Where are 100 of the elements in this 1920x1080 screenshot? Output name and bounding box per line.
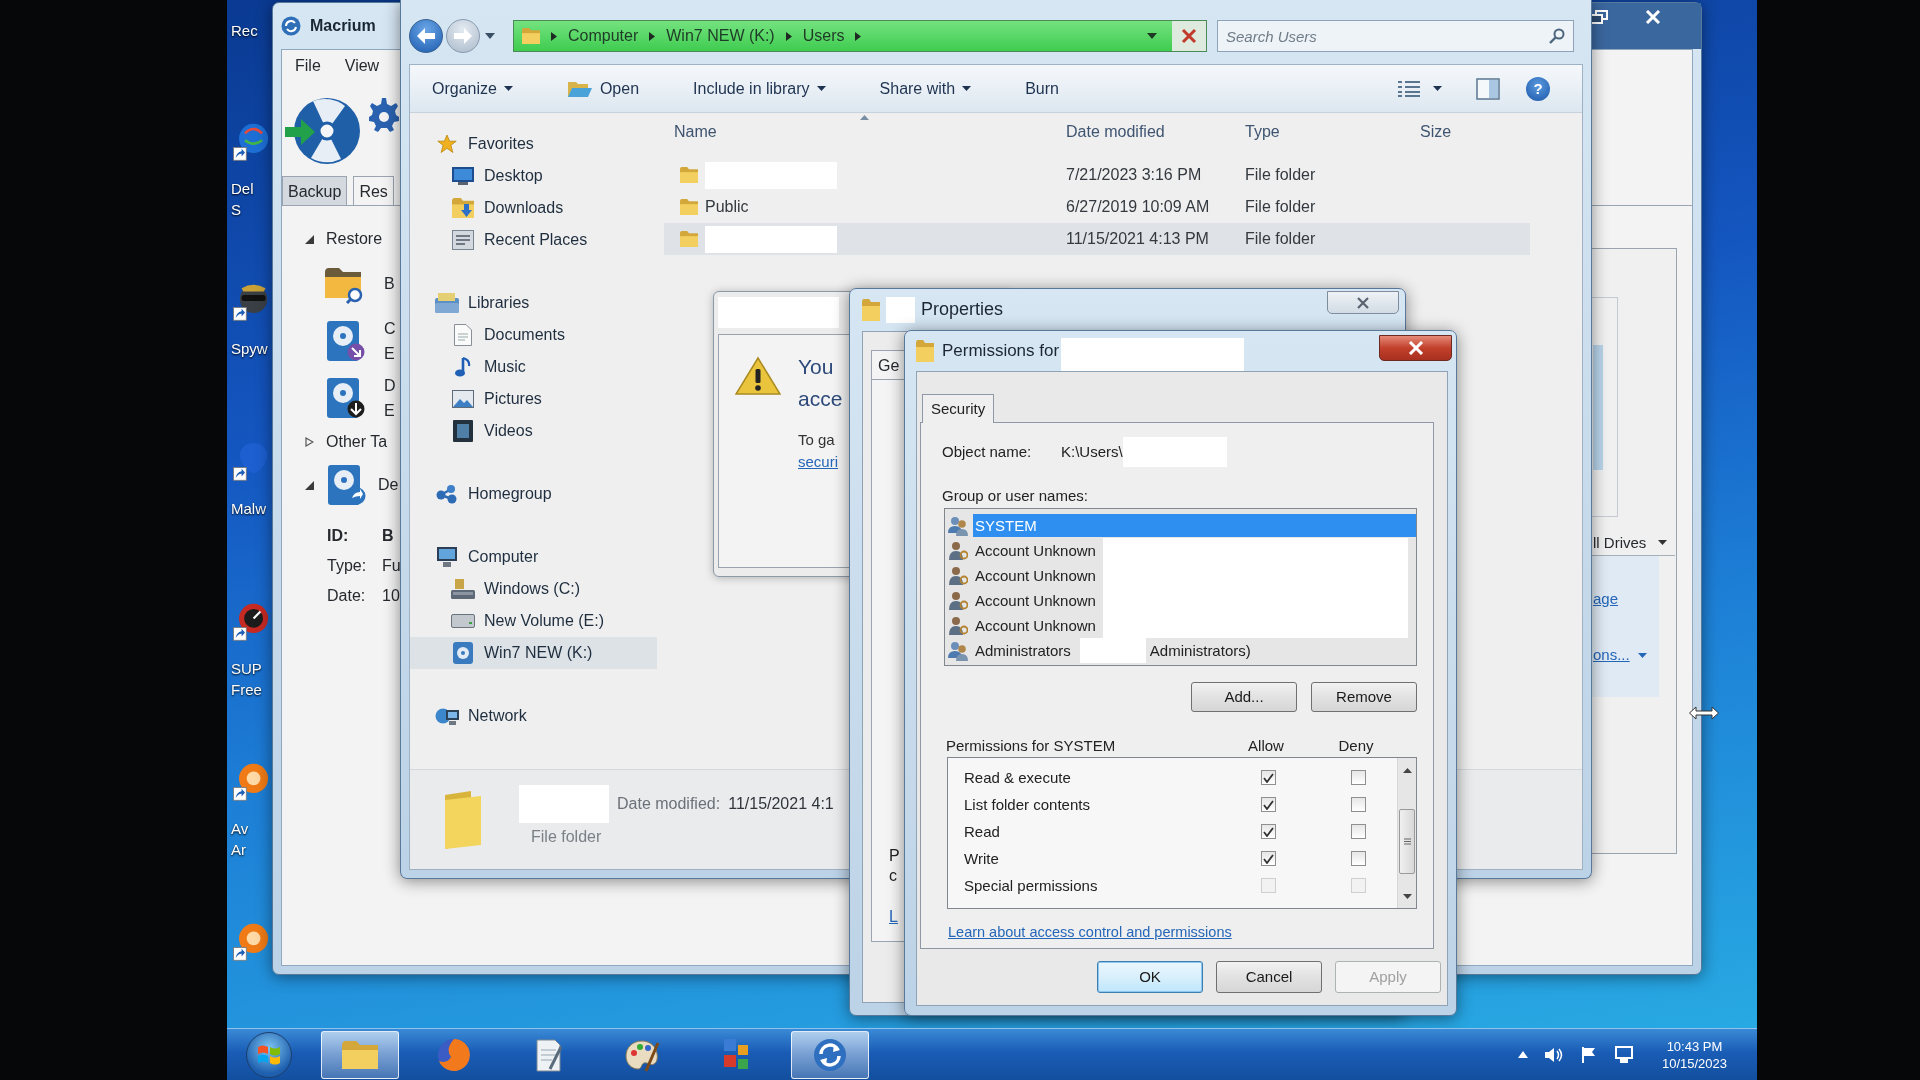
app-shortcut-icon[interactable] bbox=[233, 601, 269, 641]
link[interactable]: age bbox=[1593, 590, 1619, 608]
dialog-button[interactable]: Remove bbox=[1311, 682, 1417, 712]
nav-item[interactable]: Pictures bbox=[410, 383, 657, 415]
tab[interactable]: Ge bbox=[871, 350, 907, 380]
show-hidden-icons-icon[interactable] bbox=[1517, 1051, 1528, 1058]
restore-window-icon[interactable] bbox=[1590, 10, 1608, 24]
close-button[interactable] bbox=[1327, 291, 1399, 314]
search-field[interactable]: Search Users bbox=[1217, 20, 1574, 52]
checkbox[interactable] bbox=[1350, 797, 1366, 812]
collapsed-arrow-icon[interactable] bbox=[305, 437, 314, 447]
nav-item[interactable]: Network bbox=[410, 700, 657, 732]
link[interactable]: securi bbox=[798, 451, 838, 473]
tree-label[interactable]: Other Ta bbox=[326, 432, 388, 452]
stop-icon[interactable] bbox=[1172, 21, 1206, 51]
caret-icon[interactable] bbox=[1433, 86, 1442, 91]
nav-item[interactable]: Recent Places bbox=[410, 224, 657, 256]
app-shortcut-icon[interactable] bbox=[233, 441, 269, 481]
toolbar-button[interactable]: Burn bbox=[1011, 70, 1073, 107]
scroll-thumb[interactable] bbox=[1399, 809, 1415, 874]
tab[interactable]: Security bbox=[922, 394, 995, 423]
file-row[interactable]: Public 6/27/2019 10:09 AM File folder bbox=[664, 191, 1530, 223]
network-icon[interactable] bbox=[1613, 1045, 1634, 1064]
expanded-arrow-icon[interactable] bbox=[305, 234, 314, 244]
caret-icon[interactable] bbox=[485, 33, 495, 39]
search-icon[interactable] bbox=[1549, 28, 1565, 44]
column-header[interactable]: Date modified bbox=[1056, 113, 1235, 151]
nav-item[interactable]: Downloads bbox=[410, 192, 657, 224]
scroll-up-arrow-icon[interactable] bbox=[1402, 768, 1412, 773]
nav-item[interactable]: Windows (C:) bbox=[410, 573, 657, 605]
folder-icon bbox=[680, 231, 698, 247]
taskbar-button[interactable] bbox=[791, 1030, 869, 1079]
scroll-down-arrow-icon[interactable] bbox=[1402, 894, 1412, 899]
start-button[interactable] bbox=[246, 1031, 292, 1078]
nav-item[interactable]: Favorites bbox=[410, 128, 657, 160]
tab[interactable]: Res bbox=[353, 175, 394, 205]
close-icon[interactable] bbox=[1645, 10, 1661, 24]
dialog-button[interactable]: Add... bbox=[1191, 682, 1297, 712]
gear-icon[interactable] bbox=[369, 96, 399, 132]
file-row[interactable]: 11/15/2021 4:13 PM File folder bbox=[664, 223, 1530, 255]
checkbox[interactable] bbox=[1260, 824, 1276, 839]
expanded-arrow-icon[interactable] bbox=[305, 480, 314, 490]
dropdown-caret-icon[interactable] bbox=[1147, 33, 1157, 39]
app-shortcut-icon[interactable] bbox=[233, 121, 269, 161]
toolbar-button[interactable]: Open bbox=[552, 70, 654, 107]
link[interactable]: L bbox=[889, 907, 898, 928]
nav-item[interactable]: Documents bbox=[410, 319, 657, 351]
list-item[interactable]: Administrators bbox=[973, 639, 1073, 662]
view-options-icon[interactable] bbox=[1397, 79, 1421, 98]
disc-arrow-icon[interactable] bbox=[285, 96, 361, 166]
breadcrumb[interactable]: Computer bbox=[568, 26, 639, 46]
checkbox[interactable] bbox=[1350, 770, 1366, 785]
address-bar[interactable]: Computer Win7 NEW (K:) Users bbox=[513, 20, 1207, 52]
tree-label[interactable]: De bbox=[378, 475, 399, 495]
scrollbar[interactable] bbox=[1397, 758, 1416, 908]
volume-icon[interactable] bbox=[1543, 1045, 1564, 1064]
menu-item[interactable]: View bbox=[344, 56, 380, 76]
tree-label[interactable]: Restore bbox=[326, 229, 383, 249]
forward-button[interactable] bbox=[446, 19, 480, 53]
menu-item[interactable]: File bbox=[295, 56, 321, 76]
checkbox[interactable] bbox=[1260, 770, 1276, 785]
flag-icon[interactable] bbox=[1579, 1045, 1598, 1064]
close-button[interactable] bbox=[1379, 335, 1452, 361]
toolbar-button[interactable]: Organize bbox=[418, 70, 527, 107]
unknown-user-icon bbox=[948, 590, 968, 611]
toolbar-button[interactable]: Include in library bbox=[679, 70, 840, 107]
list-item[interactable]: Account Unknown bbox=[973, 539, 1098, 562]
column-header[interactable]: Name bbox=[664, 113, 1056, 151]
nav-item[interactable]: Homegroup bbox=[410, 478, 657, 510]
tab[interactable]: Backup bbox=[282, 175, 348, 205]
taskbar-button[interactable] bbox=[321, 1030, 399, 1079]
toolbar-button[interactable]: Share with bbox=[865, 70, 986, 107]
nav-item[interactable]: New Volume (E:) bbox=[410, 605, 657, 637]
list-item[interactable]: Account Unknown bbox=[973, 589, 1098, 612]
checkbox[interactable] bbox=[1350, 851, 1366, 866]
dialog-button[interactable]: OK bbox=[1097, 961, 1203, 993]
nav-item[interactable]: Desktop bbox=[410, 160, 657, 192]
checkbox[interactable] bbox=[1260, 797, 1276, 812]
column-header[interactable]: Type bbox=[1235, 113, 1410, 151]
nav-item[interactable]: Videos bbox=[410, 415, 657, 447]
checkbox[interactable] bbox=[1260, 851, 1276, 866]
file-row[interactable]: 7/21/2023 3:16 PM File folder bbox=[664, 159, 1530, 191]
nav-item[interactable]: Libraries bbox=[410, 287, 657, 319]
column-header[interactable]: Size bbox=[1410, 113, 1530, 151]
list-item[interactable]: Account Unknown bbox=[973, 614, 1098, 637]
clock-date[interactable]: 10/15/2023 bbox=[1661, 1054, 1727, 1072]
nav-item[interactable]: Music bbox=[410, 351, 657, 383]
preview-pane-icon[interactable] bbox=[1476, 77, 1500, 100]
checkbox[interactable] bbox=[1350, 824, 1366, 839]
icon-label: Av bbox=[231, 819, 249, 839]
nav-item[interactable]: Win7 NEW (K:) bbox=[410, 637, 657, 669]
nav-item[interactable]: Computer bbox=[410, 541, 657, 573]
clock-time[interactable]: 10:43 PM bbox=[1666, 1037, 1723, 1055]
list-item[interactable]: Account Unknown bbox=[973, 564, 1098, 587]
dialog-button[interactable]: Cancel bbox=[1216, 961, 1322, 993]
back-button[interactable] bbox=[409, 19, 443, 53]
breadcrumb[interactable]: Users bbox=[802, 26, 845, 46]
link[interactable]: Learn about access control and permissions bbox=[942, 924, 1232, 942]
link[interactable]: ons... bbox=[1593, 646, 1647, 664]
breadcrumb[interactable]: Win7 NEW (K:) bbox=[666, 26, 775, 46]
